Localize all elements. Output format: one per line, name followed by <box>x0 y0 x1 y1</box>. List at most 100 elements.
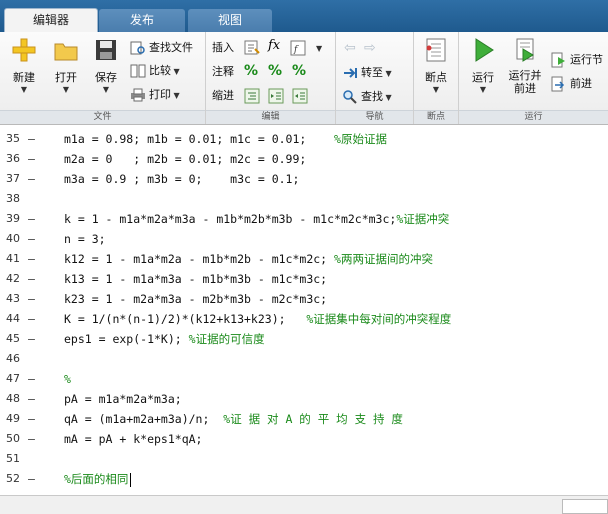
insert-section-icon[interactable] <box>244 40 260 56</box>
executable-line-marker[interactable]: — <box>28 289 35 309</box>
find-button[interactable]: 查找 ▼ <box>342 87 392 107</box>
print-button[interactable]: 打印 ▼ <box>130 85 180 105</box>
executable-line-marker[interactable]: — <box>28 249 35 269</box>
code-statement: eps1 = exp(-1*K); <box>64 332 182 346</box>
code-line[interactable]: 35 — m1a = 0.98; m1b = 0.01; m1c = 0.01; %… <box>0 129 608 149</box>
wrap-comment-icon[interactable]: % <box>292 63 306 79</box>
insert-function-icon[interactable]: f <box>290 40 306 56</box>
executable-line-marker[interactable]: — <box>28 369 35 389</box>
print-label: 打印 <box>149 88 171 101</box>
open-button[interactable]: 打开 ▼ <box>48 36 84 95</box>
executable-line-marker[interactable]: — <box>28 129 35 149</box>
code-line[interactable]: 43 — k23 = 1 - m2a*m3a - m2b*m3b - m2c*m3c… <box>0 289 608 309</box>
tab-publish[interactable]: 发布 <box>99 9 185 32</box>
decrease-indent-icon[interactable] <box>292 88 308 104</box>
executable-line-marker[interactable]: — <box>28 409 35 429</box>
code-line[interactable]: 36 — m2a = 0 ; m2b = 0.01; m2c = 0.99; <box>0 149 608 169</box>
goto-button[interactable]: 转至 ▼ <box>342 63 392 83</box>
find-files-button[interactable]: 查找文件 <box>130 38 193 58</box>
run-group-label: 运行 <box>459 110 608 124</box>
code-text: k13 = 1 - m1a*m3a - m1b*m3b - m1c*m3c; <box>64 269 327 289</box>
code-text: % <box>64 369 71 389</box>
find-files-icon <box>130 41 145 55</box>
code-statement: pA = m1a*m2a*m3a; <box>64 392 182 406</box>
status-bar <box>0 495 608 514</box>
code-line[interactable]: 44 — K = 1/(n*(n-1)/2)*(k12+k13+k23); %证据集… <box>0 309 608 329</box>
run-section-icon <box>551 52 565 68</box>
executable-line-marker[interactable]: — <box>28 389 35 409</box>
code-comment: %证 据 对 A 的 平 均 支 持 度 <box>223 412 403 426</box>
text-cursor <box>130 472 132 487</box>
back-arrow-icon[interactable]: ⇦ <box>344 40 356 56</box>
code-statement: k23 = 1 - m2a*m3a - m2b*m3b - m2c*m3c; <box>64 292 328 306</box>
code-line[interactable]: 41 — k12 = 1 - m1a*m2a - m1b*m2b - m1c*m2c… <box>0 249 608 269</box>
code-line[interactable]: 38 <box>0 189 608 209</box>
folder-icon <box>54 43 78 61</box>
code-comment: %证据冲突 <box>396 212 450 226</box>
chevron-down-icon[interactable]: ▼ <box>316 44 322 54</box>
code-editor[interactable]: 35 — m1a = 0.98; m1b = 0.01; m1c = 0.01; %… <box>0 125 608 495</box>
code-statement: k13 = 1 - m1a*m3a - m1b*m3b - m1c*m3c; <box>64 272 328 286</box>
chevron-down-icon: ▼ <box>62 85 70 94</box>
save-label: 保存 <box>95 71 117 84</box>
chevron-down-icon: ▼ <box>432 85 440 94</box>
code-spacing <box>327 252 334 266</box>
code-line[interactable]: 52 — %后面的相同 <box>0 469 608 489</box>
code-statement: k12 = 1 - m1a*m2a - m1b*m2b - m1c*m2c; <box>64 252 328 266</box>
chevron-down-icon: ▼ <box>20 85 28 94</box>
code-comment: % <box>64 372 71 386</box>
line-number: 38 <box>6 192 20 205</box>
executable-line-marker[interactable]: — <box>28 429 35 449</box>
line-number: 37 <box>6 172 20 185</box>
code-line[interactable]: 42 — k13 = 1 - m1a*m3a - m1b*m3b - m1c*m3c… <box>0 269 608 289</box>
new-label: 新建 <box>13 71 35 84</box>
line-number: 45 <box>6 332 20 345</box>
executable-line-marker[interactable]: — <box>28 169 35 189</box>
uncomment-icon[interactable]: % <box>268 63 282 79</box>
run-icon <box>475 38 494 62</box>
code-line[interactable]: 50 — mA = pA + k*eps1*qA; <box>0 429 608 449</box>
executable-line-marker[interactable]: — <box>28 309 35 329</box>
run-button[interactable]: 运行 ▼ <box>463 36 503 95</box>
line-number: 36 <box>6 152 20 165</box>
code-text: mA = pA + k*eps1*qA; <box>64 429 202 449</box>
save-button[interactable]: 保存 ▼ <box>88 36 124 95</box>
fx-icon[interactable]: fx <box>268 38 280 53</box>
breakpoints-button[interactable]: 断点 ▼ <box>418 36 454 95</box>
run-section-button[interactable]: 运行节 <box>551 50 603 70</box>
code-line[interactable]: 40 — n = 3; <box>0 229 608 249</box>
run-and-advance-button[interactable]: 运行并 前进 <box>505 36 545 95</box>
code-statement: m2a = 0 ; m2b = 0.01; m2c = 0.99; <box>64 152 307 166</box>
forward-arrow-icon[interactable]: ⇨ <box>364 40 376 56</box>
tab-editor[interactable]: 编辑器 <box>4 8 98 34</box>
tab-view[interactable]: 视图 <box>188 9 272 32</box>
executable-line-marker[interactable]: — <box>28 229 35 249</box>
compare-button[interactable]: 比较 ▼ <box>130 61 180 81</box>
advance-button[interactable]: 前进 <box>551 74 592 94</box>
comment-icon[interactable]: % <box>244 63 258 79</box>
print-icon <box>131 88 145 102</box>
code-line[interactable]: 47 —% <box>0 369 608 389</box>
code-text: eps1 = exp(-1*K); %证据的可信度 <box>64 329 265 349</box>
code-line[interactable]: 46 <box>0 349 608 369</box>
executable-line-marker[interactable]: — <box>28 329 35 349</box>
tab-strip: 编辑器 发布 视图 <box>0 0 608 34</box>
run-group: 运行 ▼ 运行并 前进 运行节 前进 运行 <box>459 32 608 124</box>
code-line[interactable]: 51 <box>0 449 608 469</box>
code-line[interactable]: 49 — qA = (m1a+m2a+m3a)/n; %证 据 对 A 的 平 均 … <box>0 409 608 429</box>
executable-line-marker[interactable]: — <box>28 469 35 489</box>
new-button[interactable]: 新建 ▼ <box>6 36 42 95</box>
code-line[interactable]: 48 — pA = m1a*m2a*m3a; <box>0 389 608 409</box>
executable-line-marker[interactable]: — <box>28 149 35 169</box>
smart-indent-icon[interactable] <box>244 88 260 104</box>
code-line[interactable]: 37 — m3a = 0.9 ; m3b = 0; m3c = 0.1; <box>0 169 608 189</box>
code-spacing <box>306 132 334 146</box>
save-icon <box>96 40 116 60</box>
chevron-down-icon: ▼ <box>383 69 392 78</box>
executable-line-marker[interactable]: — <box>28 269 35 289</box>
executable-line-marker[interactable]: — <box>28 209 35 229</box>
code-line[interactable]: 39 — k = 1 - m1a*m2a*m3a - m1b*m2b*m3b - m… <box>0 209 608 229</box>
line-number: 50 <box>6 432 20 445</box>
code-line[interactable]: 45 — eps1 = exp(-1*K); %证据的可信度 <box>0 329 608 349</box>
increase-indent-icon[interactable] <box>268 88 284 104</box>
